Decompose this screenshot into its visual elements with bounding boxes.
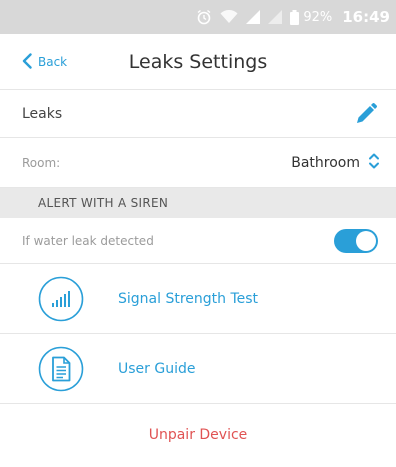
back-label: Back	[38, 55, 68, 69]
back-button[interactable]: Back	[22, 34, 67, 90]
chevron-up-down-icon	[368, 152, 380, 174]
toggle-knob	[356, 231, 376, 251]
pencil-icon[interactable]	[354, 102, 378, 126]
user-guide-label: User Guide	[118, 361, 196, 377]
room-value: Bathroom	[291, 155, 360, 171]
signal-strength-test-row[interactable]: Signal Strength Test	[0, 264, 396, 334]
siren-toggle[interactable]	[334, 229, 378, 253]
battery-icon: 92%	[290, 9, 333, 25]
alarm-icon	[196, 9, 212, 25]
battery-percent: 92%	[303, 9, 333, 25]
document-icon	[38, 346, 84, 392]
room-select[interactable]: Bathroom	[291, 138, 380, 188]
leak-alert-row: If water leak detected	[0, 218, 396, 264]
leak-alert-label: If water leak detected	[22, 234, 154, 248]
chevron-left-icon	[22, 52, 32, 72]
room-row: Room: Bathroom	[0, 138, 396, 188]
nav-bar: Back Leaks Settings	[0, 34, 396, 90]
wifi-icon	[220, 10, 238, 24]
alert-section-header: ALERT WITH A SIREN	[0, 188, 396, 218]
signal-strength-icon	[38, 276, 84, 322]
device-name: Leaks	[22, 106, 63, 122]
room-label: Room:	[22, 156, 61, 170]
status-time: 16:49	[342, 8, 390, 26]
signal-icon	[246, 10, 261, 24]
section-header-label: ALERT WITH A SIREN	[38, 196, 169, 210]
device-name-row: Leaks	[0, 90, 396, 138]
user-guide-row[interactable]: User Guide	[0, 334, 396, 404]
unpair-device-button[interactable]: Unpair Device	[0, 404, 396, 467]
signal-icon	[268, 10, 283, 24]
signal-strength-test-label: Signal Strength Test	[118, 291, 259, 307]
leaks-settings-screen: 92% 16:49 Back Leaks Settings Leaks Room…	[0, 0, 396, 467]
status-bar: 92% 16:49	[0, 0, 396, 34]
